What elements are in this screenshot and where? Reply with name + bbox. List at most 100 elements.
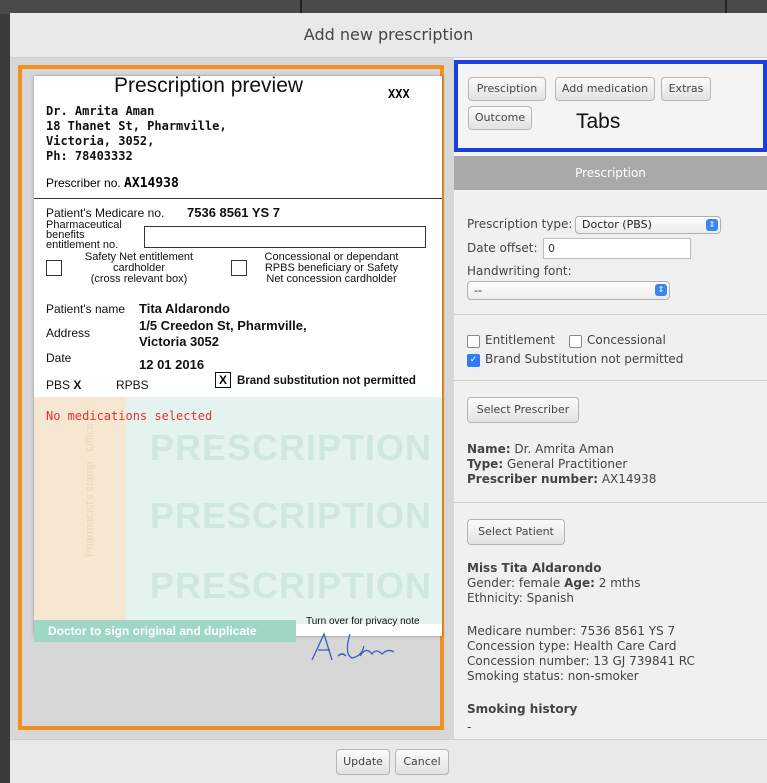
- prescription-type-select[interactable]: Doctor (PBS) ⇕: [575, 216, 721, 234]
- brand-sub-box: X: [215, 372, 231, 388]
- select-prescriber-button[interactable]: Select Prescriber: [467, 397, 579, 423]
- smoking-status-value: non-smoker: [567, 669, 639, 683]
- doctor-details: Dr. Amrita Aman 18 Thanet St, Pharmville…: [46, 104, 227, 164]
- tab-extras[interactable]: Extras: [661, 77, 711, 101]
- cancel-button[interactable]: Cancel: [395, 749, 449, 775]
- ethnicity-key: Ethnicity:: [467, 591, 523, 605]
- safety-net-box: [46, 260, 62, 276]
- dialog-titlebar: Add new prescription: [10, 13, 767, 58]
- concession-type-value: Health Care Card: [573, 639, 677, 653]
- prescriber-info: Name: Dr. Amrita Aman Type: General Prac…: [467, 442, 656, 487]
- section-header: Prescription: [454, 156, 767, 190]
- ethnicity-value: Spanish: [526, 591, 574, 605]
- address-line: Victoria 3052: [139, 334, 219, 349]
- watermark: PRESCRIPTION: [150, 565, 433, 606]
- handwriting-font-select[interactable]: -- ⇕: [467, 281, 670, 300]
- prescriber-number-value: AX14938: [124, 176, 179, 191]
- no-medications-message: No medications selected: [46, 409, 213, 423]
- concession-type-key: Concession type:: [467, 639, 570, 653]
- rpbs-label: RPBS: [116, 378, 149, 392]
- handwriting-font-value: --: [474, 284, 482, 297]
- strip-divider: [725, 0, 727, 14]
- update-button[interactable]: Update: [336, 749, 390, 775]
- add-prescription-dialog: Add new prescription Prescription previe…: [10, 13, 767, 783]
- tab-add-medication[interactable]: Add medication: [555, 77, 655, 101]
- smoking-status-key: Smoking status:: [467, 669, 564, 683]
- date-offset-input[interactable]: 0: [543, 238, 691, 259]
- sign-bar: Doctor to sign original and duplicate: [34, 620, 296, 642]
- address-label: Address: [46, 326, 91, 340]
- concession-number-value: 13 GJ 739841 RC: [593, 654, 695, 668]
- doctor-signature: [311, 632, 395, 661]
- divider: [454, 314, 767, 315]
- entitlement-number-box: [144, 226, 426, 248]
- background-strip: [0, 0, 767, 14]
- patient-ethnicity-row: Ethnicity: Spanish: [467, 591, 640, 606]
- age-key: Age:: [564, 576, 595, 590]
- patient-concession-info: Medicare number: 7536 8561 YS 7 Concessi…: [467, 624, 695, 684]
- date-label: Date: [46, 351, 72, 365]
- divider: [34, 198, 442, 199]
- prescriber-name-row: Name: Dr. Amrita Aman: [467, 442, 656, 457]
- watermark: PRESCRIPTION: [150, 495, 433, 536]
- tab-outcome[interactable]: Outcome: [468, 106, 532, 130]
- medicare-key: Medicare number:: [467, 624, 577, 638]
- stamp-vertical-text: Pharmacist's stamp · Office: [84, 423, 96, 557]
- brand-substitution-checkbox[interactable]: ✓: [467, 354, 480, 367]
- medicare-label: Patient's Medicare no.: [46, 206, 165, 220]
- dialog-title: Add new prescription: [303, 25, 474, 44]
- entitlement-label: Entitlement: [485, 333, 556, 347]
- concession-type-row: Concession type: Health Care Card: [467, 639, 695, 654]
- pbs-text: PBS: [46, 378, 71, 392]
- prescriber-type-key: Type:: [467, 457, 504, 471]
- strip-divider: [300, 0, 302, 14]
- patient-gender-row: Gender: female Age: 2 mths: [467, 576, 640, 591]
- patient-name-row: Miss Tita Aldarondo: [467, 561, 640, 576]
- dialog-footer: Update Cancel: [10, 739, 767, 783]
- medicare-value: 7536 8561 YS 7: [580, 624, 676, 638]
- prescription-type-value: Doctor (PBS): [582, 218, 652, 231]
- prescription-type-label: Prescription type:: [467, 217, 573, 231]
- concession-line: Net concession cardholder: [266, 273, 397, 285]
- prescription-paper: Prescription preview XXX Dr. Amrita Aman…: [34, 74, 442, 661]
- divider: [454, 380, 767, 381]
- smoking-status-row: Smoking status: non-smoker: [467, 669, 695, 684]
- safety-net-label: Safety Net entitlement cardholder (cross…: [64, 252, 214, 285]
- address-line: 1/5 Creedon St, Pharmville,: [139, 318, 307, 333]
- pharma-label: Pharmaceutical benefits entitlement no.: [46, 220, 122, 251]
- patient-name: Tita Aldarondo: [139, 301, 230, 316]
- concession-number-key: Concession number:: [467, 654, 590, 668]
- concession-label: Concessional or dependant RPBS beneficia…: [249, 252, 414, 285]
- medicare-number: 7536 8561 YS 7: [187, 205, 281, 220]
- patient-info: Miss Tita Aldarondo Gender: female Age: …: [467, 561, 640, 606]
- preview-annotation-label: Prescription preview: [114, 74, 304, 97]
- select-patient-button[interactable]: Select Patient: [467, 519, 565, 545]
- prescriber-type-value: General Practitioner: [506, 457, 628, 471]
- handwriting-font-label: Handwriting font:: [467, 264, 572, 278]
- doctor-line: 18 Thanet St, Pharmville,: [46, 119, 227, 133]
- doctor-line: Victoria, 3052,: [46, 134, 155, 148]
- concession-number-row: Concession number: 13 GJ 739841 RC: [467, 654, 695, 669]
- entitlement-checkbox[interactable]: [467, 335, 480, 348]
- concessional-checkbox[interactable]: [569, 335, 582, 348]
- pbs-label: PBS X: [46, 378, 81, 392]
- prescriber-type-row: Type: General Practitioner: [467, 457, 656, 472]
- select-arrow-icon: ⇕: [706, 219, 718, 231]
- pbs-mark: X: [73, 378, 82, 392]
- gender-value: female: [518, 576, 561, 590]
- age-value: 2 mths: [598, 576, 641, 590]
- doctor-line: Ph: 78403332: [46, 149, 133, 163]
- form-pane: Presciption Add medication Extras Outcom…: [454, 58, 767, 739]
- xxx-mark: XXX: [388, 87, 410, 101]
- tab-prescription[interactable]: Presciption: [468, 77, 546, 101]
- medicare-row: Medicare number: 7536 8561 YS 7: [467, 624, 695, 639]
- patient-name-label: Patient's name: [46, 302, 126, 316]
- prescriber-name-key: Name:: [467, 442, 511, 456]
- concessional-label: Concessional: [587, 333, 666, 347]
- concession-box: [231, 260, 247, 276]
- medication-area: Pharmacist's stamp · Office PRESCRIPTION…: [34, 397, 442, 624]
- tabs-annotation-label: Tabs: [576, 110, 621, 133]
- smoking-history-value: -: [467, 720, 472, 734]
- brand-sub-label: Brand substitution not permitted: [237, 375, 416, 387]
- pharma-label-line: entitlement no.: [46, 239, 119, 251]
